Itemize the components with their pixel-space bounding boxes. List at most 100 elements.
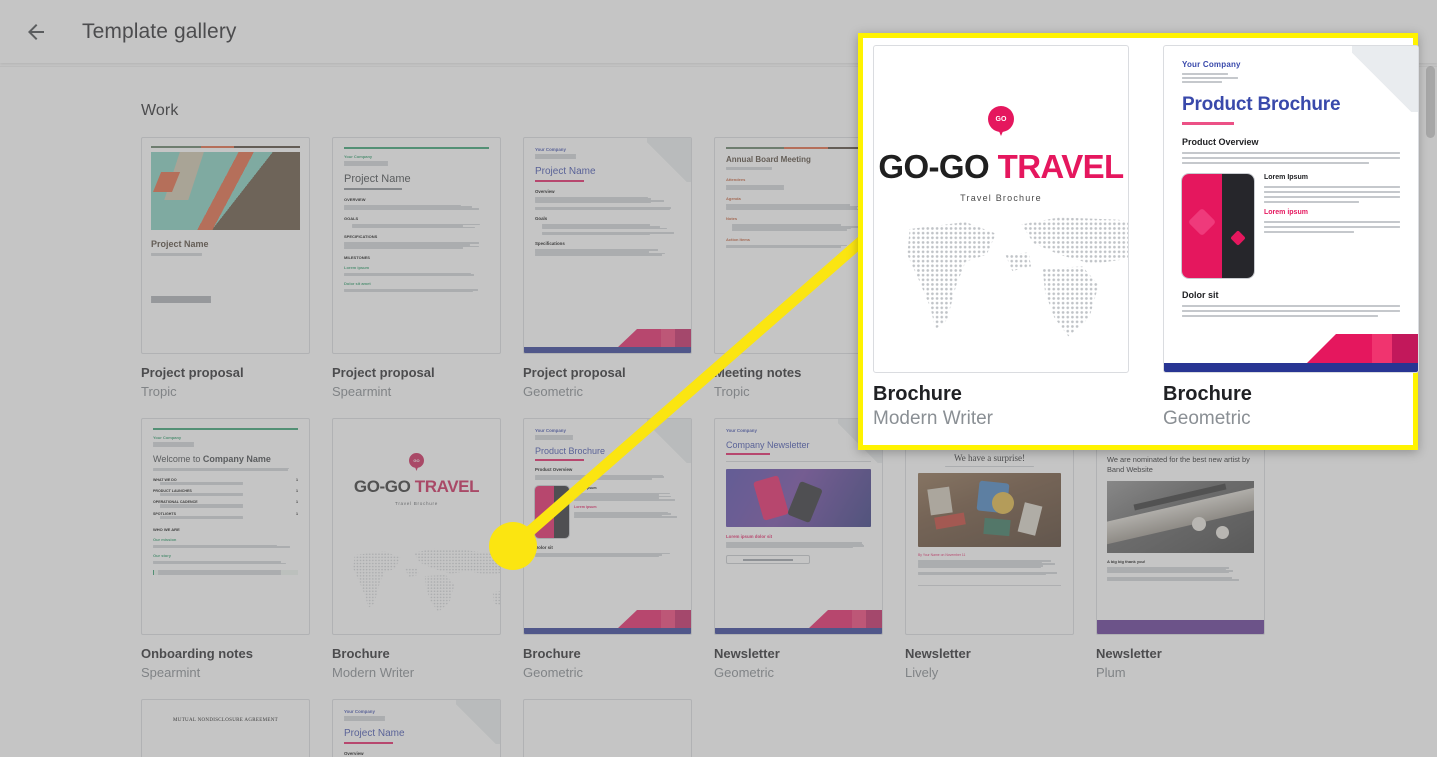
doc-title: We are nominated for the best new artist… xyxy=(1107,455,1254,475)
template-theme: Geometric xyxy=(523,384,692,400)
template-card[interactable]: ❤We have a surprise!By Your Name on Nove… xyxy=(905,418,1074,681)
template-card[interactable]: MUTUAL NONDISCLOSURE AGREEMENT xyxy=(141,699,310,757)
phone-mockup xyxy=(1182,174,1254,278)
wordmark-right: TRAVEL xyxy=(998,148,1124,185)
magnified-callout-panel: GO GO-GO TRAVEL Travel Brochure Brochure… xyxy=(858,33,1418,450)
newsletter-hero-image xyxy=(726,469,871,527)
newsletter-hero-image xyxy=(1107,481,1254,553)
template-gallery-screen: Template gallery Work Project Name Projec… xyxy=(0,0,1437,757)
callout-doc-paragraph-2 xyxy=(1182,305,1400,317)
template-card[interactable]: Your BandNEWSLETTERWe are nominated for … xyxy=(1096,418,1265,681)
doc-heading: Lorem ipsum dolor sit xyxy=(726,534,871,539)
template-thumbnail: MUTUAL NONDISCLOSURE AGREEMENT xyxy=(141,699,310,757)
template-name: Project proposal xyxy=(332,365,501,381)
template-thumbnail: Your CompanyProduct BrochureProduct Over… xyxy=(523,418,692,635)
callout-doc-feature-row: Lorem Ipsum Lorem ipsum xyxy=(1182,174,1400,278)
doc-title: Project Name xyxy=(344,173,489,185)
pin-glyph-label: GO xyxy=(988,106,1014,138)
callout-doc-heading-1: Product Overview xyxy=(1182,137,1400,147)
template-theme: Geometric xyxy=(523,665,692,681)
doc-title: Project Name xyxy=(151,239,300,249)
doc-heading: Product Overview xyxy=(535,467,680,472)
tropic-hero-graphic xyxy=(151,152,300,230)
template-theme: Lively xyxy=(905,665,1074,681)
template-card[interactable]: GO GO-GO TRAVEL Travel Brochure Brochure Mod… xyxy=(332,418,501,681)
template-name: Brochure xyxy=(332,646,501,662)
template-thumbnail: ❤We have a surprise!By Your Name on Nove… xyxy=(905,418,1074,635)
template-name: Project proposal xyxy=(141,365,310,381)
doc-heading: Overview xyxy=(344,751,489,756)
template-thumbnail: Your Company Project Name OVERVIEW GOALS SPE… xyxy=(332,137,501,354)
template-thumbnail: Your Company Company Newsletter Lorem ipsu… xyxy=(714,418,883,635)
page-fold-decoration xyxy=(1352,46,1418,112)
template-theme: Spearmint xyxy=(141,665,310,681)
dotted-world-map-icon xyxy=(884,208,1129,348)
template-thumbnail: Your BandNEWSLETTERWe are nominated for … xyxy=(1096,418,1265,635)
template-card[interactable] xyxy=(523,699,692,757)
page-fold-decoration xyxy=(647,138,691,182)
geometric-footer-bar xyxy=(524,628,691,634)
doc-heading: Dolor sit xyxy=(535,545,680,550)
callout-card-theme: Modern Writer xyxy=(873,408,1129,430)
doc-title: MUTUAL NONDISCLOSURE AGREEMENT xyxy=(156,718,295,723)
doc-heading: GOALS xyxy=(344,216,489,221)
doc-heading: SPECIFICATIONS xyxy=(344,234,489,239)
doc-heading: Specifications xyxy=(535,241,680,246)
doc-heading: A big big thank you! xyxy=(1107,559,1254,564)
doc-title: Welcome to Company Name xyxy=(153,454,298,464)
callout-thumbnail-product-brochure: Your Company Product Brochure Product Ov… xyxy=(1163,45,1419,373)
template-name: Newsletter xyxy=(714,646,883,662)
template-card[interactable]: Your CompanyProject NameOverviewGoalsSpe… xyxy=(523,137,692,400)
gogo-travel-tagline: Travel Brochure xyxy=(874,193,1128,203)
callout-doc-paragraph-1 xyxy=(1182,152,1400,164)
page-fold-decoration xyxy=(456,700,500,744)
callout-card-name: Brochure xyxy=(1163,383,1419,406)
spearmint-accent-bar xyxy=(153,428,298,430)
dotted-world-map-icon xyxy=(341,544,501,618)
callout-card-brochure-modern-writer[interactable]: GO GO-GO TRAVEL Travel Brochure Brochure… xyxy=(873,45,1129,445)
doc-heading: Notes xyxy=(726,216,871,221)
doc-heading: Action Items xyxy=(726,237,871,242)
template-thumbnail: Your CompanyProject NameOverviewGoalsSpe… xyxy=(523,137,692,354)
template-name: Newsletter xyxy=(1096,646,1265,662)
doc-heading: Attendees xyxy=(726,177,871,182)
doc-title: We have a surprise! xyxy=(918,453,1061,463)
template-name: Onboarding notes xyxy=(141,646,310,662)
template-card[interactable]: Your Company Welcome to Company Name WHAT … xyxy=(141,418,310,681)
geometric-footer-bar xyxy=(1164,363,1418,372)
template-theme: Geometric xyxy=(714,665,883,681)
tropic-accent-bar xyxy=(726,147,871,149)
template-name: Newsletter xyxy=(905,646,1074,662)
spearmint-accent-bar xyxy=(344,147,489,149)
geometric-wedge-decoration xyxy=(1306,326,1418,364)
template-card[interactable]: Your CompanyProduct BrochureProduct Over… xyxy=(523,418,692,681)
scrollbar-thumb[interactable] xyxy=(1426,66,1435,138)
doc-heading: Overview xyxy=(535,189,680,194)
phone-mockup xyxy=(535,486,569,538)
doc-heading: Agenda xyxy=(726,196,871,201)
template-card[interactable]: Project Name Project proposal Tropic xyxy=(141,137,310,400)
template-card[interactable]: Your Company Project Name OVERVIEW GOALS SPE… xyxy=(332,137,501,400)
gogo-travel-tagline: Travel Brochure xyxy=(333,501,500,506)
doc-heading: OVERVIEW xyxy=(344,197,489,202)
doc-heading: MILESTONES xyxy=(344,255,489,260)
callout-doc-heading-4: Dolor sit xyxy=(1182,290,1400,300)
callout-doc-date xyxy=(1182,122,1234,125)
callout-pointer-dot xyxy=(489,522,537,570)
template-thumbnail: Project Name xyxy=(141,137,310,354)
callout-card-brochure-geometric[interactable]: Your Company Product Brochure Product Ov… xyxy=(1163,45,1419,445)
template-theme: Plum xyxy=(1096,665,1265,681)
back-button[interactable] xyxy=(16,12,56,52)
doc-company: Your Company xyxy=(153,435,298,440)
scrollbar-track[interactable] xyxy=(1424,63,1437,757)
doc-company: Your Company xyxy=(344,154,489,159)
callout-thumbnail-gogo-travel: GO GO-GO TRAVEL Travel Brochure xyxy=(873,45,1129,373)
geometric-footer-bar xyxy=(715,628,882,634)
template-card[interactable]: Your Company Company Newsletter Lorem ipsu… xyxy=(714,418,883,681)
page-title: Template gallery xyxy=(82,20,237,44)
map-pin-icon: GO xyxy=(409,453,424,471)
geometric-wedge-decoration xyxy=(617,324,691,348)
doc-heading: Goals xyxy=(535,216,680,221)
template-card[interactable]: Your CompanyProject NameOverviewGoalsSpe… xyxy=(332,699,501,757)
gogo-travel-wordmark: GO-GO TRAVEL xyxy=(874,148,1128,186)
